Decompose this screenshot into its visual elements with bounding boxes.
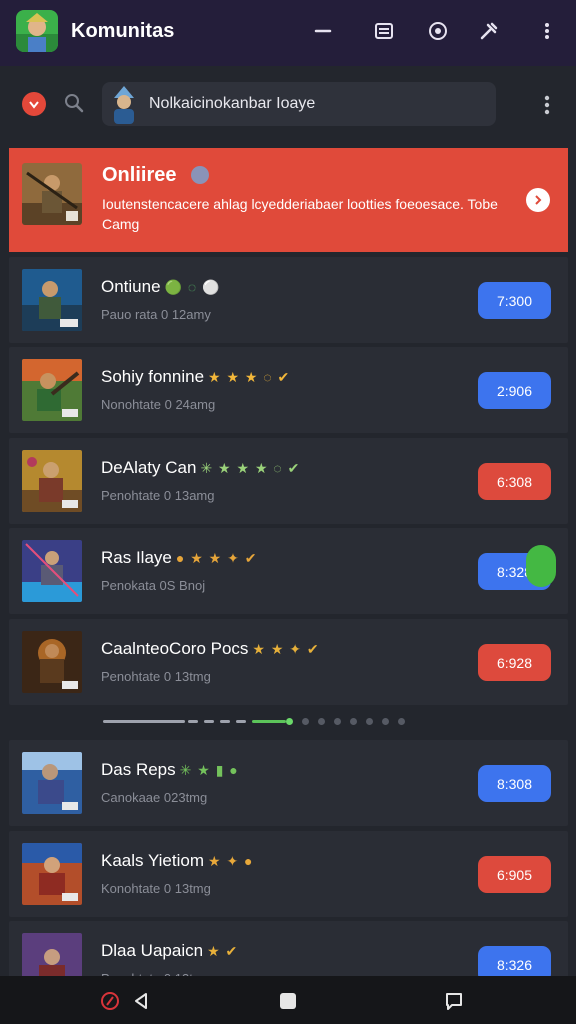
game-title: Dlaa Uapaicn ★ ✔: [101, 941, 239, 960]
search-input-value: Nolkaicinokanbar Ioaye: [149, 95, 316, 112]
game-subtitle: Penohtate 0 13amg: [101, 488, 215, 503]
record-icon[interactable]: [425, 18, 451, 44]
action-button[interactable]: 8:308: [478, 765, 551, 802]
list-item[interactable]: DeAlaty Can ✳ ★ ★ ★ ◌ ✔ Penohtate 0 13amg…: [9, 438, 568, 524]
game-thumbnail: [22, 269, 82, 331]
list-item[interactable]: Ras Ilaye ● ★ ★ ✦ ✔ Penokata 0S Bnoj 8:32…: [9, 528, 568, 614]
action-button[interactable]: 6:905: [478, 856, 551, 893]
banner-description: Ioutenstencacere ahlag lcyedderiabaer lo…: [102, 196, 498, 232]
pager-dot: [398, 718, 405, 725]
game-subtitle: Konohtate 0 13tmg: [101, 881, 211, 896]
list-item[interactable]: Sohiy fonnine ★ ★ ★ ◌ ✔ Nonohtate 0 24amg…: [9, 347, 568, 433]
pager-progress: [103, 720, 185, 723]
list-item[interactable]: Ontiune 🟢 ◌ ⚪ Pauo rata 0 12amy 7:300: [9, 257, 568, 343]
minimize-icon[interactable]: [310, 18, 336, 44]
game-subtitle: Penokata 0S Bnoj: [101, 578, 206, 593]
pager-dot: [302, 718, 309, 725]
search-icon[interactable]: [63, 92, 85, 114]
pager-segment: [204, 720, 214, 723]
pager-active-dot: [286, 718, 293, 725]
pager-dot: [382, 718, 389, 725]
more-vertical-icon[interactable]: [534, 92, 560, 118]
game-subtitle: Pauo rata 0 12amy: [101, 307, 211, 322]
action-button[interactable]: 6:928: [478, 644, 551, 681]
action-button[interactable]: 7:300: [478, 282, 551, 319]
pager-dot: [366, 718, 373, 725]
app-icon[interactable]: [16, 10, 58, 52]
top-app-bar: Komunitas: [0, 0, 576, 66]
tools-icon[interactable]: [476, 18, 502, 44]
action-button[interactable]: 6:308: [478, 463, 551, 500]
app-title: Komunitas: [71, 20, 175, 42]
chat-icon[interactable]: [441, 988, 467, 1014]
pager-active-segment: [252, 720, 286, 723]
pager-segment: [220, 720, 230, 723]
game-thumbnail: [22, 631, 82, 693]
page-indicator[interactable]: [100, 712, 410, 732]
brand-icon[interactable]: [22, 92, 46, 116]
banner-thumbnail: [22, 163, 82, 225]
action-button[interactable]: 2:906: [478, 372, 551, 409]
game-subtitle: Canokaae 023tmg: [101, 790, 208, 805]
game-subtitle: Penohtate 0 13tmg: [101, 669, 211, 684]
home-icon[interactable]: [275, 988, 301, 1014]
game-title: Das Reps ✳ ★ ▮ ●: [101, 760, 239, 779]
pager-dot: [350, 718, 357, 725]
pager-segment: [236, 720, 246, 723]
game-title: Sohiy fonnine ★ ★ ★ ◌ ✔: [101, 367, 291, 386]
list-item[interactable]: Kaals Yietiom ★ ✦ ● Konohtate 0 13tmg 6:9…: [9, 831, 568, 917]
avatar: [106, 84, 142, 124]
game-thumbnail: [22, 450, 82, 512]
list-icon[interactable]: [371, 18, 397, 44]
game-thumbnail: [22, 359, 82, 421]
verified-icon: [191, 166, 209, 184]
game-title: Ras Ilaye ● ★ ★ ✦ ✔: [101, 548, 258, 567]
pager-dot: [318, 718, 325, 725]
system-nav-bar: [0, 976, 576, 1024]
more-vertical-icon[interactable]: [534, 18, 560, 44]
featured-banner[interactable]: Onliiree Ioutenstencacere ahlag lcyedder…: [9, 148, 568, 252]
game-title: CaalnteoCoro Pocs ★ ★ ✦ ✔: [101, 639, 320, 658]
game-title: DeAlaty Can ✳ ★ ★ ★ ◌ ✔: [101, 458, 301, 477]
pager-dot: [334, 718, 341, 725]
record-icon[interactable]: [97, 988, 123, 1014]
back-icon[interactable]: [128, 988, 154, 1014]
game-thumbnail: [22, 752, 82, 814]
game-thumbnail: [22, 540, 82, 602]
chevron-right-icon[interactable]: [526, 188, 550, 212]
pager-segment: [188, 720, 198, 723]
game-subtitle: Nonohtate 0 24amg: [101, 397, 216, 412]
game-thumbnail: [22, 843, 82, 905]
banner-title: Onliiree: [102, 164, 177, 186]
game-title: Kaals Yietiom ★ ✦ ●: [101, 851, 254, 870]
list-item[interactable]: CaalnteoCoro Pocs ★ ★ ✦ ✔ Penohtate 0 13t…: [9, 619, 568, 705]
list-item[interactable]: Das Reps ✳ ★ ▮ ● Canokaae 023tmg 8:308: [9, 740, 568, 826]
game-title: Ontiune 🟢 ◌ ⚪: [101, 277, 221, 296]
notification-badge: [526, 545, 556, 587]
